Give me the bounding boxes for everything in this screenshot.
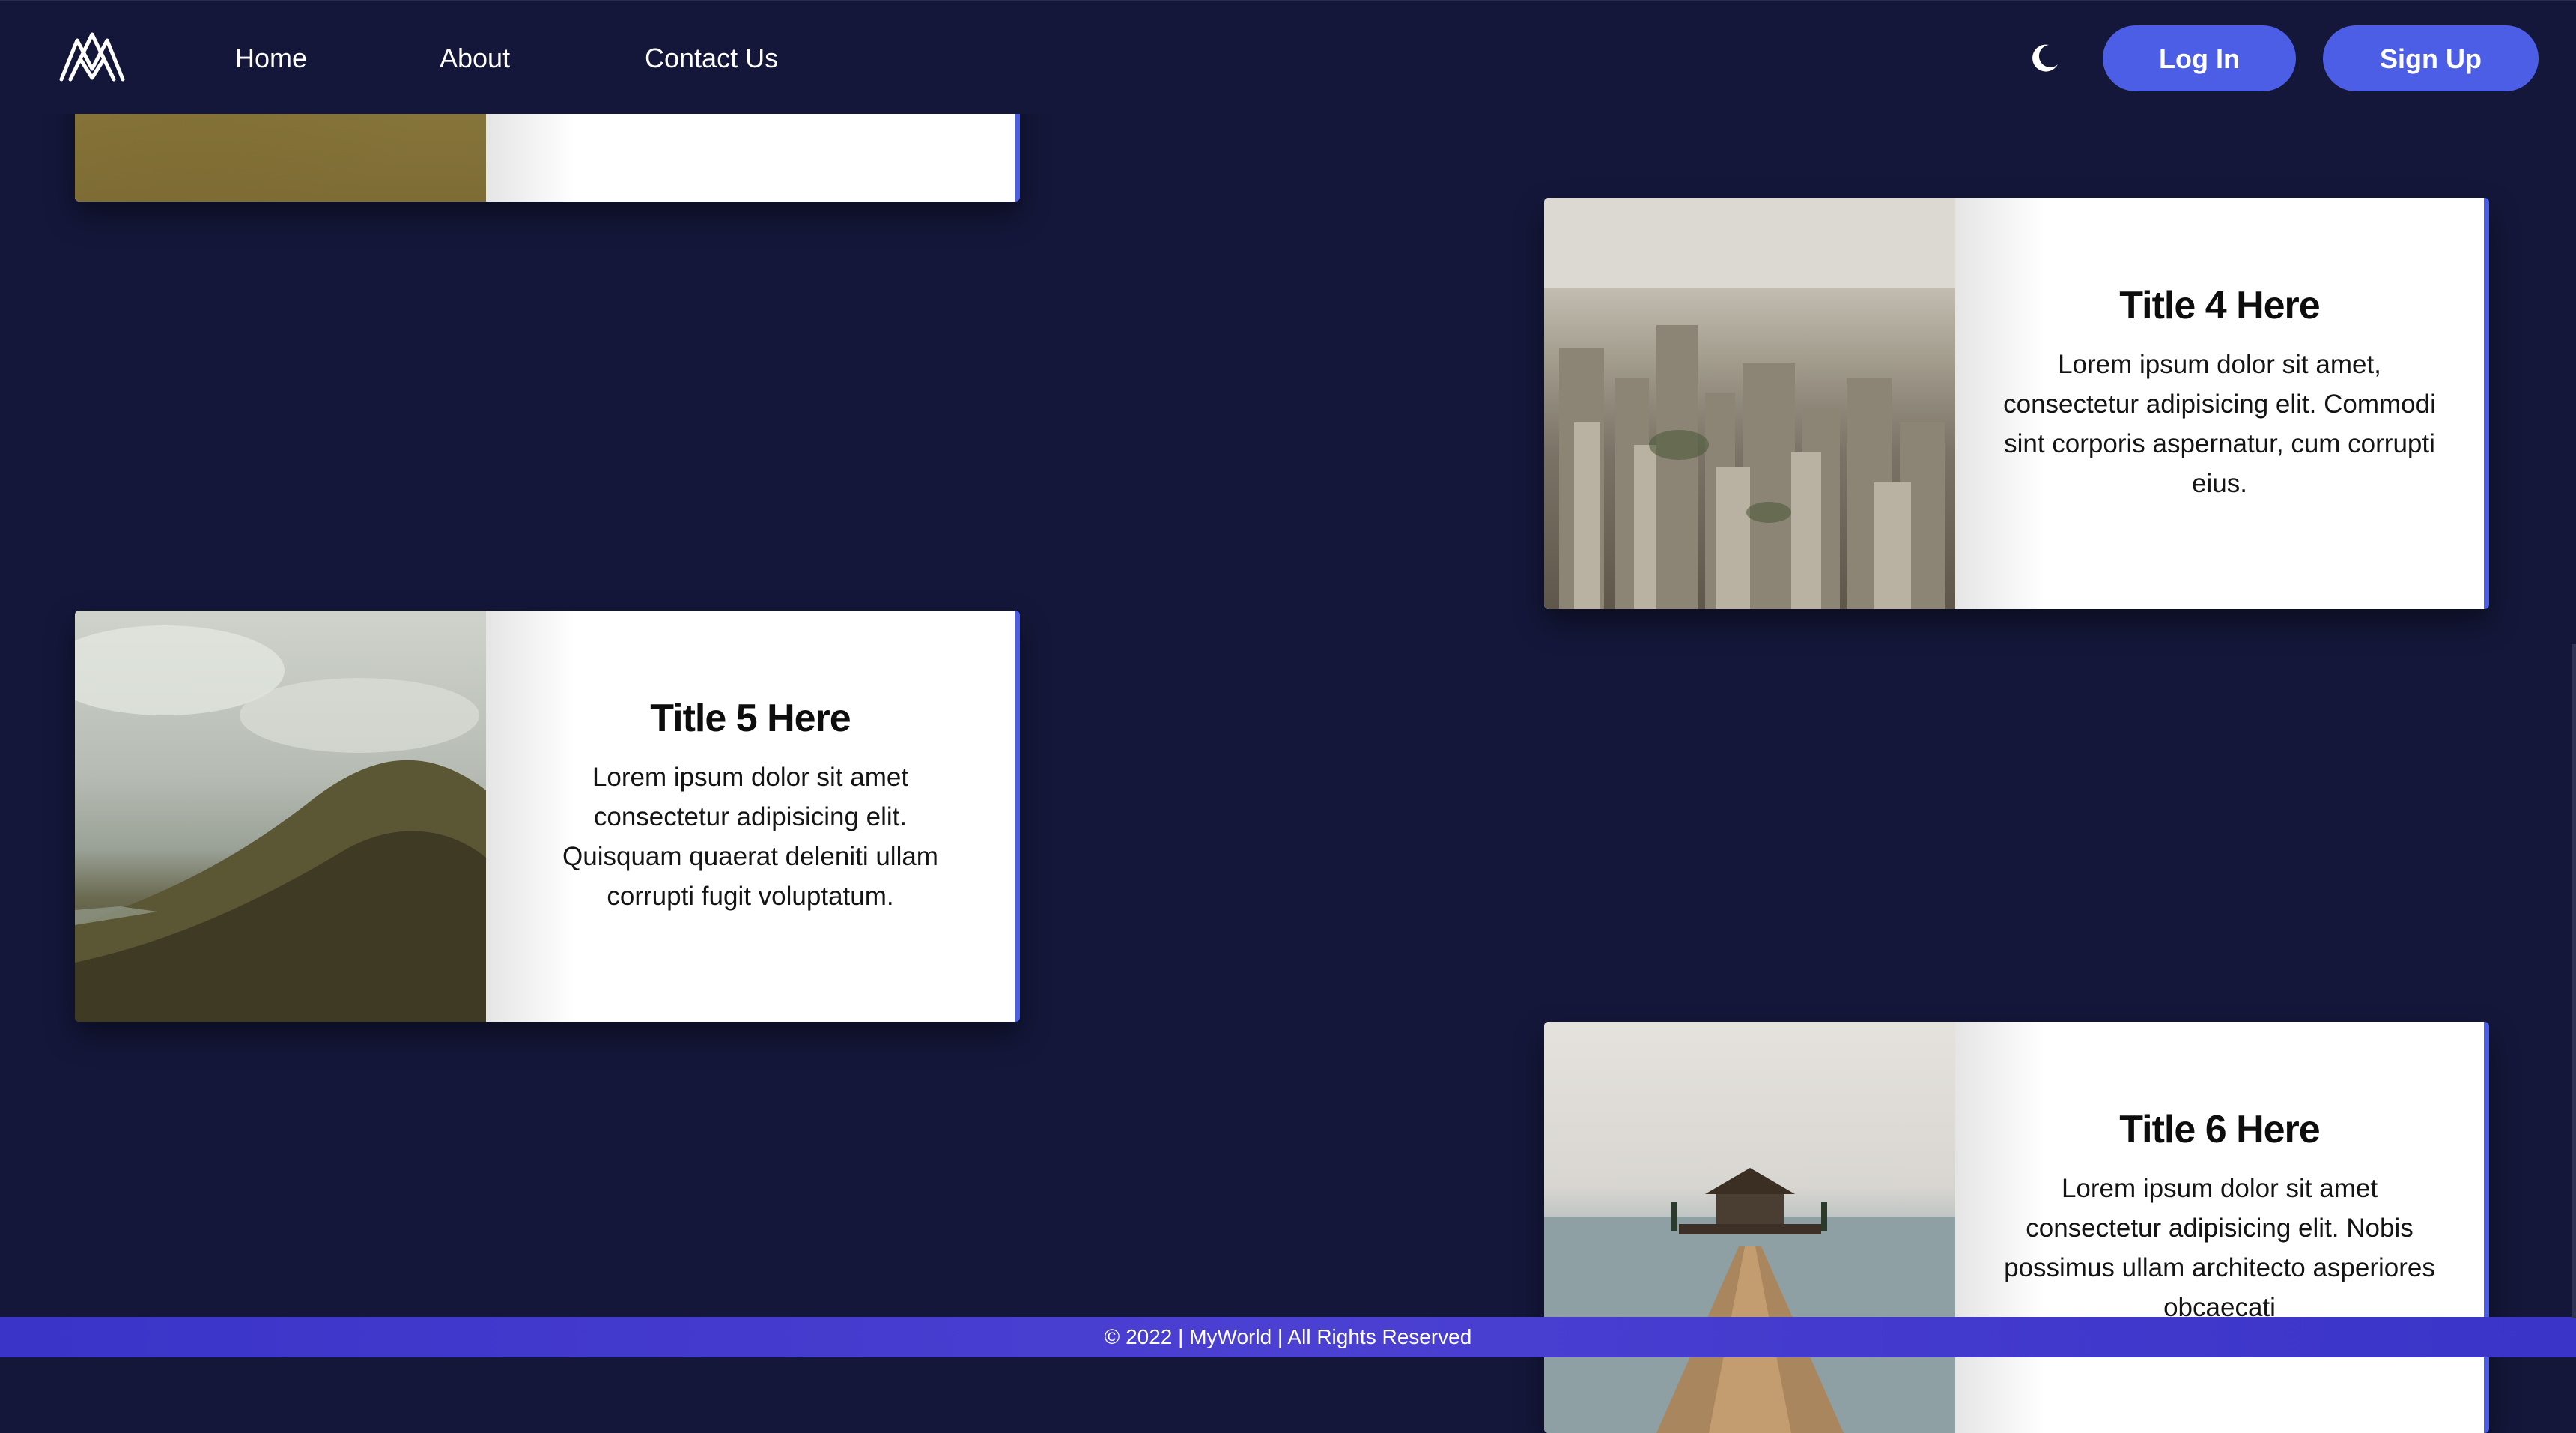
card-6: Title 6 Here Lorem ipsum dolor sit amet … xyxy=(1544,1022,2489,1433)
card-4-image xyxy=(1544,198,1955,609)
pier-illustration xyxy=(1544,1168,1955,1433)
card-5-text: Lorem ipsum dolor sit amet consectetur a… xyxy=(562,763,938,911)
scrollbar[interactable] xyxy=(2572,644,2576,1318)
card-5-title: Title 5 Here xyxy=(650,697,851,740)
card-4-body: Title 4 Here Lorem ipsum dolor sit amet,… xyxy=(1955,198,2484,609)
nav-contact-link[interactable]: Contact Us xyxy=(645,40,778,76)
card-6-body: Title 6 Here Lorem ipsum dolor sit amet … xyxy=(1955,1022,2484,1433)
signup-button[interactable]: Sign Up xyxy=(2323,25,2539,91)
navbar: Home About Contact Us Log In Sign Up xyxy=(0,0,2576,114)
card-4: Title 4 Here Lorem ipsum dolor sit amet,… xyxy=(1544,198,2489,609)
card-4-text: Lorem ipsum dolor sit amet, consectetur … xyxy=(2003,350,2436,498)
card-6-title: Title 6 Here xyxy=(2119,1108,2320,1151)
nav-home-link[interactable]: Home xyxy=(235,40,307,76)
card-5-body: Title 5 Here Lorem ipsum dolor sit amet … xyxy=(486,611,1015,1022)
card-5-image xyxy=(75,611,486,1022)
moon-icon[interactable] xyxy=(2028,42,2061,75)
hill-illustration xyxy=(75,625,486,1022)
login-button[interactable]: Log In xyxy=(2103,25,2296,91)
nav-about-link[interactable]: About xyxy=(440,40,510,76)
footer: © 2022 | MyWorld | All Rights Reserved xyxy=(0,1317,2576,1357)
city-skyline-illustration xyxy=(1544,198,1955,609)
card-5: Title 5 Here Lorem ipsum dolor sit amet … xyxy=(75,611,1020,1022)
card-6-image xyxy=(1544,1022,1955,1433)
footer-text: © 2022 | MyWorld | All Rights Reserved xyxy=(1104,1325,1472,1348)
logo-icon[interactable] xyxy=(58,30,126,84)
card-6-text: Lorem ipsum dolor sit amet consectetur a… xyxy=(2004,1174,2435,1322)
card-4-title: Title 4 Here xyxy=(2119,284,2320,327)
